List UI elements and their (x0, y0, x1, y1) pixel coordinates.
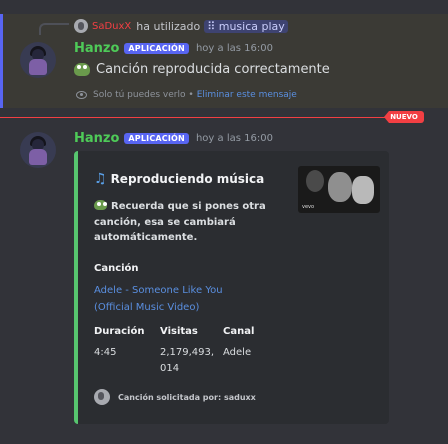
embed-title-text: Reproduciendo música (110, 172, 265, 186)
footer-text: Canción solicitada por: saduxx (118, 392, 256, 402)
views-field-label: Visitas (160, 326, 198, 337)
duration-value: 4:45 (94, 347, 117, 358)
message-text: Canción reproducida correctamente (96, 62, 330, 77)
command-mention[interactable]: ⠿ musica play (204, 19, 288, 33)
new-messages-divider (0, 117, 386, 118)
author-name[interactable]: Hanzo (74, 41, 119, 56)
music-note-icon: ♫ (94, 171, 107, 187)
frog-emoji-icon (94, 200, 107, 210)
app-badge: APLICACIÓN (124, 133, 189, 144)
dismiss-message-link[interactable]: Eliminar este mensaje (197, 90, 297, 100)
command-icon: ⠿ (207, 19, 219, 33)
reply-username[interactable]: SaDuxX (92, 21, 131, 32)
vevo-label: vevo (302, 204, 315, 210)
song-link[interactable]: Adele - Someone Like You (Official Music… (94, 282, 264, 316)
author-avatar[interactable] (20, 42, 56, 78)
views-value: 2,179,493, 014 (160, 347, 215, 374)
message-content: Canción reproducida correctamente (74, 62, 330, 77)
channel-field-label: Canal (223, 326, 255, 337)
ephemeral-text: Solo tú puedes verlo • (93, 90, 194, 100)
embed-description: Recuerda que si pones otra canción, esa … (94, 199, 294, 246)
embed-footer: Canción solicitada por: saduxx (94, 389, 256, 405)
eye-icon (76, 91, 87, 99)
song-field-label: Canción (94, 263, 139, 274)
duration-field-label: Duración (94, 326, 145, 337)
command-name: musica play (218, 19, 285, 33)
embed-description-text: Recuerda que si pones otra canción, esa … (94, 201, 266, 243)
reply-context[interactable]: SaDuxX ha utilizado ⠿ musica play (74, 18, 288, 34)
reply-connector (39, 23, 69, 35)
message-header: Hanzo APLICACIÓN hoy a las 16:00 (74, 41, 273, 56)
embed-title: ♫ Reproduciendo música (94, 171, 264, 187)
author-avatar[interactable] (20, 132, 56, 168)
timestamp[interactable]: hoy a las 16:00 (196, 133, 273, 144)
timestamp[interactable]: hoy a las 16:00 (196, 43, 273, 54)
reply-action: ha utilizado (136, 19, 201, 33)
video-thumbnail[interactable]: vevo (298, 166, 380, 213)
footer-avatar (94, 389, 110, 405)
message-header: Hanzo APLICACIÓN hoy a las 16:00 (74, 131, 273, 146)
ephemeral-notice: Solo tú puedes verlo • Eliminar este men… (76, 90, 297, 100)
reply-avatar[interactable] (74, 19, 88, 33)
app-badge: APLICACIÓN (124, 43, 189, 54)
author-name[interactable]: Hanzo (74, 131, 119, 146)
frog-emoji-icon (74, 63, 90, 76)
music-embed: ♫ Reproduciendo música vevo Recuerda que… (74, 151, 389, 424)
new-messages-badge: NUEVO (384, 111, 424, 123)
channel-value: Adele (223, 347, 252, 358)
highlight-bar (0, 14, 3, 108)
